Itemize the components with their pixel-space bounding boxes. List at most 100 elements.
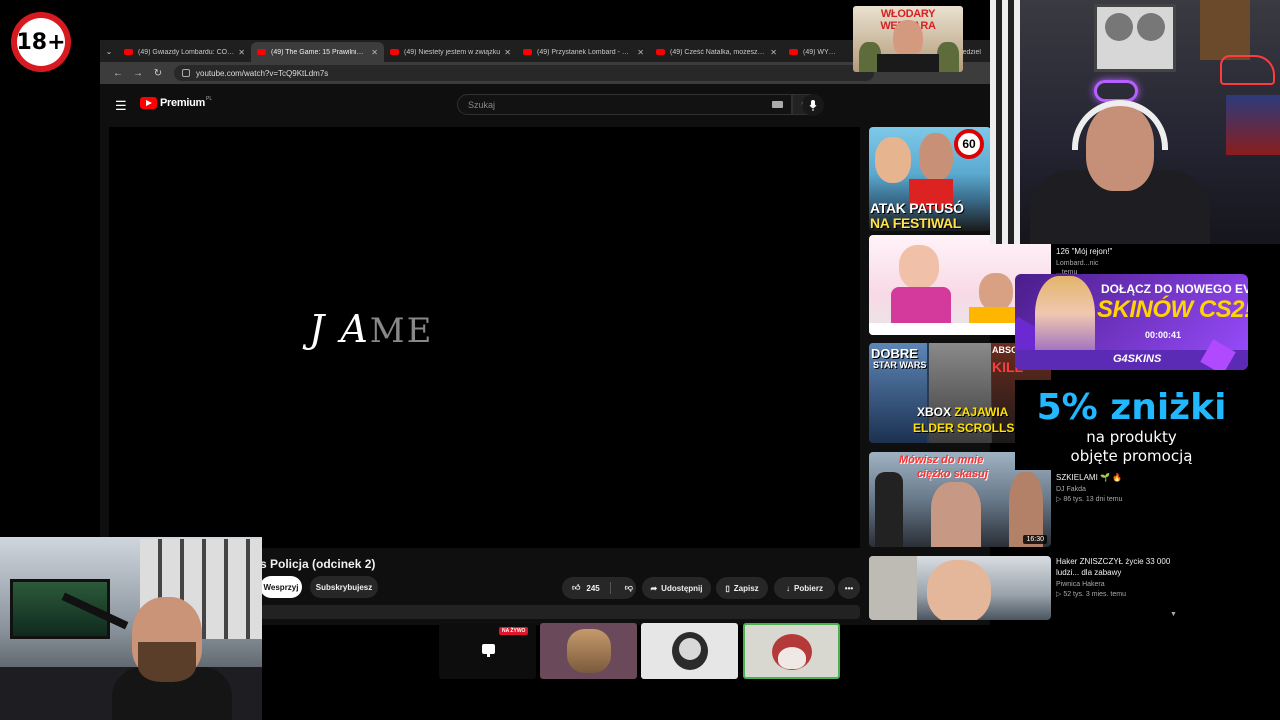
download-icon: ↓ (786, 583, 791, 593)
shelf (1226, 95, 1280, 155)
close-tab-icon[interactable]: ✕ (371, 48, 378, 57)
thumbnail-caption: Mówisz do mnie (899, 454, 984, 466)
close-tab-icon[interactable]: ✕ (504, 48, 511, 57)
recommendation-stats: ▷ 86 tys. 13 dni temu (1056, 496, 1123, 503)
like-count[interactable]: 245 (586, 584, 599, 593)
video-logo-text: J A (309, 307, 370, 351)
ad-brand: G4SKINS (1113, 353, 1162, 365)
recommendation-info[interactable]: 126 "Mój rejon!" Lombard...nic ...temu (1056, 246, 1176, 276)
recommendation-channel[interactable]: DJ Fakda (1056, 486, 1176, 493)
download-label: Pobierz (794, 583, 823, 593)
browser-tab-active[interactable]: (49) The Game: 15 Prawilniakdw ✕ (251, 42, 384, 62)
youtube-logo[interactable]: Premium PL (140, 96, 213, 109)
description-box[interactable] (260, 605, 860, 619)
save-button[interactable]: ▯ Zapisz (716, 577, 768, 599)
guest-beard (138, 642, 196, 682)
more-icon: ••• (844, 583, 854, 593)
age-rating-badge: 18+ (11, 12, 71, 72)
recommendation-thumbnail[interactable]: 60 ATAK PATUSÓ NA FESTIWAL (869, 127, 991, 231)
forward-icon[interactable]: → (128, 68, 148, 79)
search-placeholder: Szukaj (468, 99, 496, 110)
scroll-down-arrow-icon[interactable]: ▼ (1170, 611, 1177, 618)
recommendation-title[interactable]: Haker ZNISZCZYŁ życie 33 000 ludzi... dl… (1056, 556, 1176, 578)
thumbnail-person (899, 245, 939, 289)
youtube-favicon-icon (656, 49, 665, 55)
recommendation-title[interactable]: SZKIELAMI 🌱 🔥 (1056, 472, 1176, 483)
sticker-body (877, 54, 939, 72)
tab-title: (49) WYKONALI (803, 48, 837, 56)
thumbnail-person (919, 133, 953, 181)
dislike-icon[interactable]: 👎︎ (625, 583, 633, 593)
tab-search-icon[interactable]: ⌄ (100, 47, 118, 56)
record-disc (1137, 13, 1165, 41)
record-disc (1105, 13, 1133, 41)
participant-avatar (567, 629, 611, 673)
stream-sticker-overlay: WŁODARYWEDDARA (853, 6, 963, 72)
thumbnail-caption: ELDER SCROLLS 6 (913, 421, 1025, 435)
site-info-icon[interactable] (182, 69, 190, 77)
participant-tile-screen[interactable]: NA ŻYWO (439, 623, 536, 679)
video-title: s Policja (odcinek 2) (260, 557, 376, 571)
divider (609, 582, 611, 594)
back-icon[interactable]: ← (108, 68, 128, 79)
participant-tile[interactable] (540, 623, 637, 679)
recommendation-thumbnail[interactable] (869, 556, 1051, 620)
wall-frame-records (1094, 4, 1176, 72)
thumbnail-person (931, 482, 981, 547)
close-tab-icon[interactable]: ✕ (770, 48, 777, 57)
recommendation-channel[interactable]: Lombard...nic (1056, 260, 1176, 267)
keyboard-icon[interactable] (772, 101, 783, 108)
like-icon[interactable]: 👍︎ (572, 583, 580, 593)
close-tab-icon[interactable]: ✕ (238, 48, 245, 57)
recommendation-title[interactable]: 126 "Mój rejon!" (1056, 246, 1176, 257)
thumbnail-caption-part: ZAJAWIA (954, 405, 1009, 419)
screen-share-icon (482, 644, 495, 657)
recommendation-info[interactable]: Haker ZNISZCZYŁ życie 33 000 ludzi... dl… (1056, 556, 1176, 598)
tab-title: (49) Cześć Natalka, możesz wy (670, 48, 767, 56)
thumbnail-caption: ciężko skasuj (917, 468, 988, 480)
recommendation-channel[interactable]: Piwnica Hakera (1056, 581, 1176, 588)
youtube-favicon-icon (124, 49, 133, 55)
browser-tab[interactable]: (49) Gwiazdy Lombardu: CO TY ✕ (118, 42, 251, 62)
youtube-favicon-icon (523, 49, 532, 55)
promo-line: objęte promocją (1070, 447, 1193, 465)
participant-tile[interactable] (641, 623, 738, 679)
like-dislike-group: 👍︎ 245 👎︎ (562, 577, 636, 599)
thumbnail-caption: ATAK PATUSÓ (870, 200, 964, 216)
thumbnail-caption: STAR WARS (873, 360, 927, 370)
more-actions-button[interactable]: ••• (838, 577, 860, 599)
download-button[interactable]: ↓ Pobierz (774, 577, 835, 599)
save-label: Zapisz (733, 583, 759, 593)
close-tab-icon[interactable]: ✕ (637, 48, 644, 57)
guest-webcam (0, 537, 262, 720)
video-player[interactable]: J AME (109, 127, 860, 548)
browser-tab[interactable]: (49) WYKONALI (783, 42, 843, 62)
participant-tile-speaking[interactable] (743, 623, 840, 679)
sponsor-ad-banner: DOŁĄCZ DO NOWEGO EVENTU SKINÓW CS2! 00:0… (1015, 274, 1248, 370)
browser-tab[interactable]: (49) Niestety jestem w związku ✕ (384, 42, 517, 62)
search-input[interactable]: Szukaj (457, 94, 792, 115)
support-button[interactable]: Wesprzyj (260, 576, 302, 598)
headphones-icon (1072, 100, 1168, 150)
hamburger-menu-icon[interactable]: ☰ (115, 98, 127, 114)
video-logo-tail: ME (369, 311, 434, 351)
promo-discount: 5% zniżki (1036, 387, 1227, 428)
thumbnail-person (875, 472, 903, 547)
thumbnail-building (869, 556, 917, 620)
bookmark-icon: ▯ (725, 583, 730, 593)
browser-tab[interactable]: (49) Przystanek Lombard - Ode ✕ (517, 42, 650, 62)
reload-icon[interactable]: ↻ (148, 68, 168, 79)
tab-title: (49) Niestety jestem w związku (404, 48, 501, 56)
browser-tab[interactable]: (49) Cześć Natalka, możesz wy ✕ (650, 42, 783, 62)
tab-title: (49) Przystanek Lombard - Ode (537, 48, 634, 56)
share-button[interactable]: ➦ Udostępnij (642, 577, 711, 599)
region-code: PL (205, 96, 213, 102)
recommendation-info[interactable]: SZKIELAMI 🌱 🔥 DJ Fakda ▷ 86 tys. 13 dni … (1056, 472, 1176, 503)
streamer-webcam (990, 0, 1280, 244)
tab-title: (49) The Game: 15 Prawilniakdw (271, 48, 368, 56)
subscribed-button[interactable]: Subskrybujesz (310, 576, 378, 598)
thumbnail-person (979, 273, 1013, 311)
url-input[interactable]: youtube.com/watch?v=TcQ9KtLdm7s (174, 65, 874, 81)
voice-search-button[interactable] (802, 94, 824, 116)
youtube-favicon-icon (390, 49, 399, 55)
